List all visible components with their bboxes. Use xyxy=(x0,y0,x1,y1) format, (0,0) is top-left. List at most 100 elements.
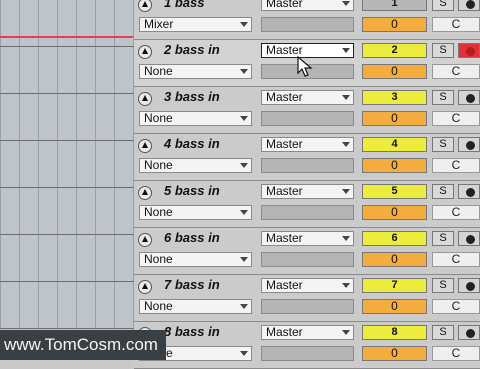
output-type-select[interactable]: Master xyxy=(261,278,354,293)
chevron-down-icon xyxy=(240,163,248,168)
track-name[interactable]: 6 bass in xyxy=(164,230,220,245)
mouse-pointer-icon xyxy=(297,56,313,77)
record-arm-button[interactable] xyxy=(458,43,480,58)
output-channel-select[interactable] xyxy=(261,17,354,32)
record-arm-button[interactable] xyxy=(458,325,480,340)
track-activator-button[interactable]: 8 xyxy=(362,325,427,340)
output-type-select[interactable]: Master xyxy=(261,184,354,199)
track-row[interactable]: 4 bass in None Master 4 0 S C xyxy=(134,134,480,181)
send-level-field[interactable]: 0 xyxy=(362,17,427,32)
track-activator-button[interactable]: 4 xyxy=(362,137,427,152)
track-row[interactable]: 7 bass in None Master 7 0 S C xyxy=(134,275,480,322)
cue-button[interactable]: C xyxy=(432,158,480,173)
output-type-value: Master xyxy=(266,137,303,151)
input-type-value: None xyxy=(144,205,173,219)
output-channel-select[interactable] xyxy=(261,252,354,267)
record-arm-button[interactable] xyxy=(458,231,480,246)
input-type-select[interactable]: None xyxy=(139,205,252,220)
solo-button[interactable]: S xyxy=(432,0,454,11)
solo-button[interactable]: S xyxy=(432,43,454,58)
track-row[interactable]: 3 bass in None Master 3 0 S C xyxy=(134,87,480,134)
output-type-select[interactable]: Master xyxy=(261,137,354,152)
output-type-select[interactable]: Master xyxy=(261,231,354,246)
send-level-field[interactable]: 0 xyxy=(362,111,427,126)
record-dot-icon xyxy=(466,329,475,338)
output-type-select[interactable]: Master xyxy=(261,0,354,11)
send-level-field[interactable]: 0 xyxy=(362,252,427,267)
record-dot-icon xyxy=(466,94,475,103)
output-channel-select[interactable] xyxy=(261,205,354,220)
send-level-field[interactable]: 0 xyxy=(362,64,427,79)
input-type-value: None xyxy=(144,252,173,266)
solo-button[interactable]: S xyxy=(432,278,454,293)
track-row[interactable]: 6 bass in None Master 6 0 S C xyxy=(134,228,480,275)
arrangement-grid[interactable] xyxy=(0,0,135,360)
solo-button[interactable]: S xyxy=(432,137,454,152)
track-activator-button[interactable]: 7 xyxy=(362,278,427,293)
record-arm-button[interactable] xyxy=(458,278,480,293)
cue-button[interactable]: C xyxy=(432,346,480,361)
cue-button[interactable]: C xyxy=(432,64,480,79)
triangle-up-icon[interactable] xyxy=(138,233,152,247)
input-type-select[interactable]: None xyxy=(139,299,252,314)
output-channel-select[interactable] xyxy=(261,111,354,126)
triangle-up-icon[interactable] xyxy=(138,280,152,294)
track-activator-button[interactable]: 3 xyxy=(362,90,427,105)
track-name[interactable]: 2 bass in xyxy=(164,42,220,57)
triangle-up-icon[interactable] xyxy=(138,92,152,106)
input-type-select[interactable]: Mixer xyxy=(139,17,252,32)
input-type-select[interactable]: None xyxy=(139,111,252,126)
record-arm-button[interactable] xyxy=(458,0,480,11)
solo-button[interactable]: S xyxy=(432,325,454,340)
output-type-select[interactable]: Master xyxy=(261,325,354,340)
solo-button[interactable]: S xyxy=(432,231,454,246)
chevron-down-icon xyxy=(240,69,248,74)
cue-button[interactable]: C xyxy=(432,205,480,220)
input-type-select[interactable]: None xyxy=(139,158,252,173)
record-arm-button[interactable] xyxy=(458,90,480,105)
solo-button[interactable]: S xyxy=(432,184,454,199)
record-arm-button[interactable] xyxy=(458,137,480,152)
output-channel-select[interactable] xyxy=(261,158,354,173)
track-activator-button[interactable]: 2 xyxy=(362,43,427,58)
track-activator-button[interactable]: 1 xyxy=(362,0,427,11)
triangle-up-icon[interactable] xyxy=(138,186,152,200)
track-name[interactable]: 5 bass in xyxy=(164,183,220,198)
output-type-value: Master xyxy=(266,184,303,198)
record-dot-icon xyxy=(466,235,475,244)
track-row[interactable]: 1 bass Mixer Master 1 0 S C xyxy=(134,0,480,40)
chevron-down-icon xyxy=(240,22,248,27)
chevron-down-icon xyxy=(342,1,350,6)
send-level-field[interactable]: 0 xyxy=(362,158,427,173)
output-channel-select[interactable] xyxy=(261,299,354,314)
input-type-select[interactable]: None xyxy=(139,64,252,79)
track-activator-button[interactable]: 6 xyxy=(362,231,427,246)
chevron-down-icon xyxy=(240,304,248,309)
record-dot-icon xyxy=(466,47,475,56)
send-level-field[interactable]: 0 xyxy=(362,299,427,314)
cue-button[interactable]: C xyxy=(432,111,480,126)
input-type-value: None xyxy=(144,64,173,78)
output-channel-select[interactable] xyxy=(261,346,354,361)
input-type-select[interactable]: None xyxy=(139,252,252,267)
send-level-field[interactable]: 0 xyxy=(362,346,427,361)
track-name[interactable]: 3 bass in xyxy=(164,89,220,104)
solo-button[interactable]: S xyxy=(432,90,454,105)
cue-button[interactable]: C xyxy=(432,299,480,314)
triangle-up-icon[interactable] xyxy=(138,139,152,153)
track-name[interactable]: 7 bass in xyxy=(164,277,220,292)
cue-button[interactable]: C xyxy=(432,17,480,32)
track-row[interactable]: 8 bass inNoneMaster80SC xyxy=(134,322,480,369)
triangle-up-icon[interactable] xyxy=(138,0,152,12)
input-type-value: None xyxy=(144,158,173,172)
track-name[interactable]: 4 bass in xyxy=(164,136,220,151)
track-name[interactable]: 8 bass in xyxy=(164,324,220,339)
triangle-up-icon[interactable] xyxy=(138,45,152,59)
send-level-field[interactable]: 0 xyxy=(362,205,427,220)
track-row[interactable]: 5 bass in None Master 5 0 S C xyxy=(134,181,480,228)
output-type-select[interactable]: Master xyxy=(261,90,354,105)
track-activator-button[interactable]: 5 xyxy=(362,184,427,199)
record-arm-button[interactable] xyxy=(458,184,480,199)
track-name[interactable]: 1 bass xyxy=(164,0,204,10)
cue-button[interactable]: C xyxy=(432,252,480,267)
